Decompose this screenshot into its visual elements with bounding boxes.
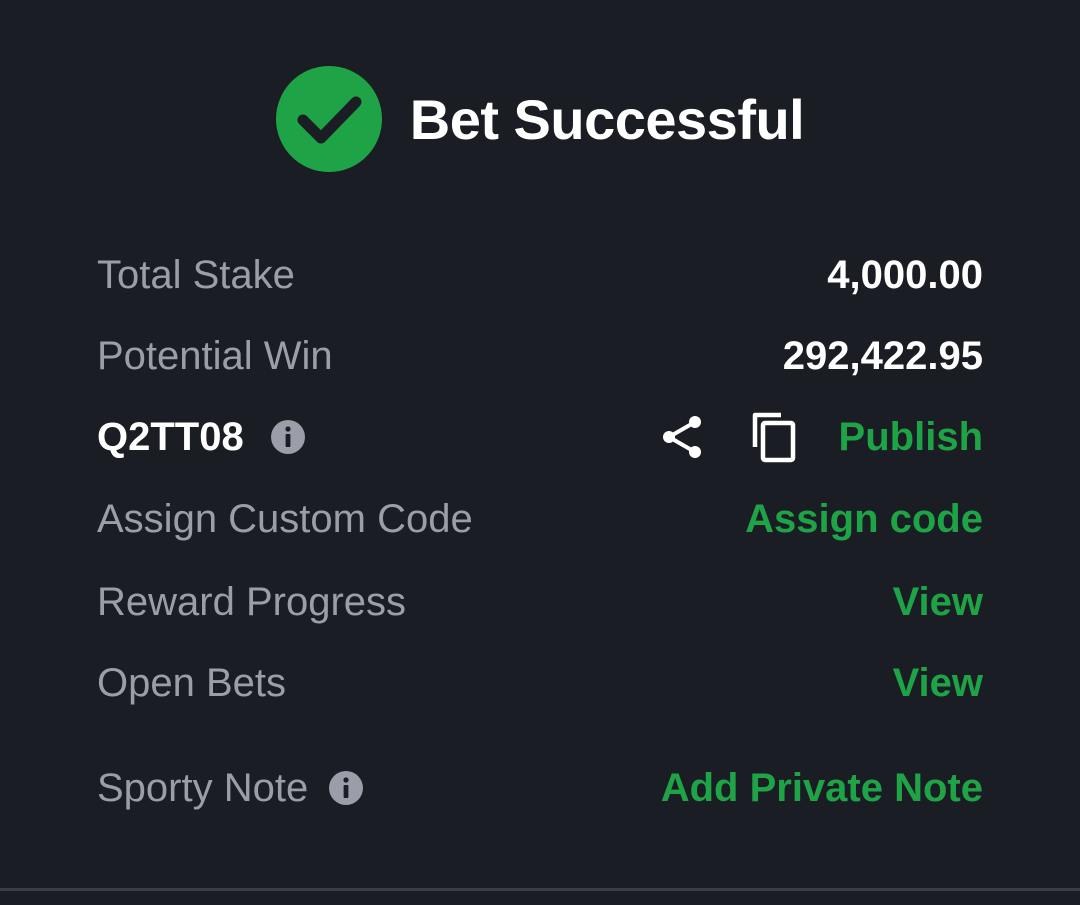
publish-button[interactable]: Publish [839,415,983,460]
share-icon[interactable] [659,414,705,460]
sporty-note-row: Sporty Note Add Private Note [97,758,983,818]
reward-progress-row: Reward Progress View [97,572,983,632]
reward-progress-label: Reward Progress [97,579,407,624]
open-bets-view-link[interactable]: View [893,661,983,706]
bet-success-panel: Bet Successful Total Stake 4,000.00 Pote… [0,0,1080,905]
copy-icon[interactable] [749,411,797,463]
assign-code-row: Assign Custom Code Assign code [97,489,983,549]
open-bets-label: Open Bets [97,660,287,705]
sporty-note-label: Sporty Note [97,765,309,810]
info-icon[interactable] [328,770,364,806]
potential-win-value: 292,422.95 [782,333,983,378]
assign-custom-code-label: Assign Custom Code [97,496,473,541]
bottom-divider [0,888,1080,891]
potential-win-label: Potential Win [97,333,333,378]
total-stake-row: Total Stake 4,000.00 [97,245,983,305]
info-icon[interactable] [270,419,306,455]
success-header: Bet Successful [0,66,1080,172]
reward-progress-view-link[interactable]: View [893,580,983,625]
booking-code-group: Q2TT08 [97,415,306,460]
booking-code: Q2TT08 [97,414,244,459]
page-title: Bet Successful [409,87,805,151]
total-stake-value: 4,000.00 [827,252,983,297]
check-circle-icon [275,66,382,172]
sporty-note-group: Sporty Note [97,766,364,811]
potential-win-row: Potential Win 292,422.95 [97,326,983,386]
booking-actions: Publish [659,411,983,463]
booking-code-row: Q2TT08 Publish [97,407,983,467]
add-private-note-link[interactable]: Add Private Note [661,766,983,811]
total-stake-label: Total Stake [97,252,295,297]
assign-code-link[interactable]: Assign code [745,497,983,542]
open-bets-row: Open Bets View [97,653,983,713]
